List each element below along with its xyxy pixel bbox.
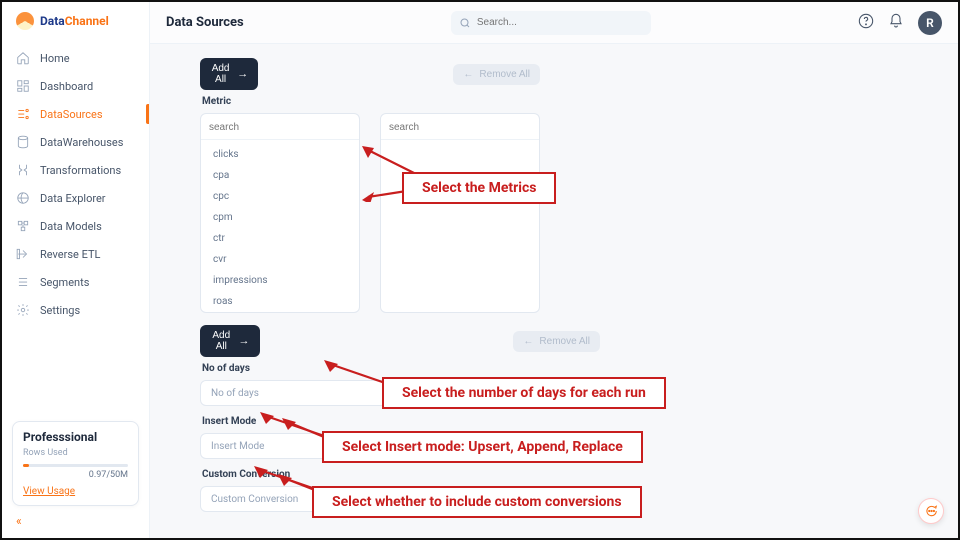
sidebar-item-label: Data Explorer — [40, 192, 106, 205]
callout-insert: Select Insert mode: Upsert, Append, Repl… — [322, 431, 643, 463]
arrow-right-icon: → — [239, 335, 250, 347]
brand-name: DataChannel — [40, 14, 109, 28]
sidebar-item-label: Home — [40, 52, 70, 65]
metric-option[interactable]: ctr — [201, 228, 359, 249]
plan-usage-bar — [23, 464, 128, 467]
metric-selected-search[interactable] — [389, 122, 531, 133]
metric-option[interactable]: clicks — [201, 144, 359, 165]
sidebar-item-label: Data Models — [40, 220, 102, 233]
main-content: Add All→ ←Remove All Metric clickscpacpc… — [150, 44, 958, 538]
metric-option[interactable]: cpm — [201, 207, 359, 228]
explorer-icon — [16, 191, 30, 205]
sidebar-item-segments[interactable]: Segments — [2, 268, 149, 296]
metric-option[interactable]: impressions — [201, 270, 359, 291]
metric-available-list[interactable]: clickscpacpccpmctrcvrimpressionsroasspen… — [200, 113, 360, 313]
brand-logo[interactable]: DataChannel — [2, 12, 149, 40]
sidebar-item-label: Segments — [40, 276, 89, 289]
sidebar-item-label: Dashboard — [40, 80, 93, 93]
add-all-days-button[interactable]: Add All→ — [200, 325, 260, 357]
sidebar-item-settings[interactable]: Settings — [2, 296, 149, 324]
plan-subtitle: Rows Used — [23, 448, 128, 458]
plan-card: Professsional Rows Used 0.97/50M View Us… — [12, 421, 139, 506]
database-icon — [16, 135, 30, 149]
metric-option[interactable]: cpc — [201, 186, 359, 207]
global-search[interactable] — [451, 11, 651, 35]
logo-icon — [16, 12, 34, 30]
page-title: Data Sources — [166, 15, 244, 30]
sidebar-item-datamodels[interactable]: Data Models — [2, 212, 149, 240]
sidebar-item-home[interactable]: Home — [2, 44, 149, 72]
plan-usage-count: 0.97/50M — [23, 470, 128, 480]
notifications-button[interactable] — [888, 13, 904, 32]
sidebar-item-label: Transformations — [40, 164, 121, 177]
segments-icon — [16, 275, 30, 289]
arrow-right-icon: → — [237, 68, 248, 80]
callout-custom: Select whether to include custom convers… — [312, 486, 642, 518]
callout-days: Select the number of days for each run — [382, 377, 666, 409]
transform-icon — [16, 163, 30, 177]
callout-metrics: Select the Metrics — [402, 172, 556, 204]
remove-all-metric-button[interactable]: ←Remove All — [453, 64, 540, 85]
home-icon — [16, 51, 30, 65]
arrow-left-icon: ← — [523, 336, 533, 347]
sidebar-item-datawarehouses[interactable]: DataWarehouses — [2, 128, 149, 156]
view-usage-link[interactable]: View Usage — [23, 486, 75, 497]
dashboard-icon — [16, 79, 30, 93]
add-all-metric-button[interactable]: Add All→ — [200, 58, 258, 90]
remove-all-days-button[interactable]: ←Remove All — [513, 331, 600, 352]
arrow-left-icon: ← — [463, 69, 473, 80]
collapse-sidebar-button[interactable]: « — [2, 510, 149, 532]
metric-option[interactable]: cpa — [201, 165, 359, 186]
sidebar: DataChannel Home Dashboard DataSources D… — [2, 2, 150, 538]
topbar: Data Sources R — [150, 2, 958, 44]
days-label: No of days — [202, 363, 926, 374]
metric-available-search[interactable] — [209, 122, 351, 133]
search-input[interactable] — [477, 17, 643, 28]
metric-selected-list[interactable] — [380, 113, 540, 313]
sidebar-item-dashboard[interactable]: Dashboard — [2, 72, 149, 100]
metric-option[interactable]: roas — [201, 291, 359, 312]
sidebar-item-datasources[interactable]: DataSources — [2, 100, 149, 128]
sidebar-nav: Home Dashboard DataSources DataWarehouse… — [2, 40, 149, 413]
custom-conversion-label: Custom Conversion — [202, 469, 926, 480]
sidebar-item-label: DataSources — [40, 108, 103, 121]
insert-mode-label: Insert Mode — [202, 416, 926, 427]
gear-icon — [16, 303, 30, 317]
metric-option[interactable]: cvr — [201, 249, 359, 270]
sidebar-item-label: Settings — [40, 304, 80, 317]
sidebar-item-dataexplorer[interactable]: Data Explorer — [2, 184, 149, 212]
help-button[interactable] — [858, 13, 874, 32]
sidebar-item-reverseetl[interactable]: Reverse ETL — [2, 240, 149, 268]
models-icon — [16, 219, 30, 233]
search-icon — [459, 17, 471, 29]
plan-title: Professsional — [23, 430, 128, 444]
metric-label: Metric — [202, 96, 926, 107]
reverse-etl-icon — [16, 247, 30, 261]
sidebar-item-transformations[interactable]: Transformations — [2, 156, 149, 184]
sidebar-item-label: DataWarehouses — [40, 136, 123, 149]
datasources-icon — [16, 107, 30, 121]
chat-fab[interactable] — [918, 498, 944, 524]
avatar[interactable]: R — [918, 11, 942, 35]
sidebar-item-label: Reverse ETL — [40, 248, 100, 261]
